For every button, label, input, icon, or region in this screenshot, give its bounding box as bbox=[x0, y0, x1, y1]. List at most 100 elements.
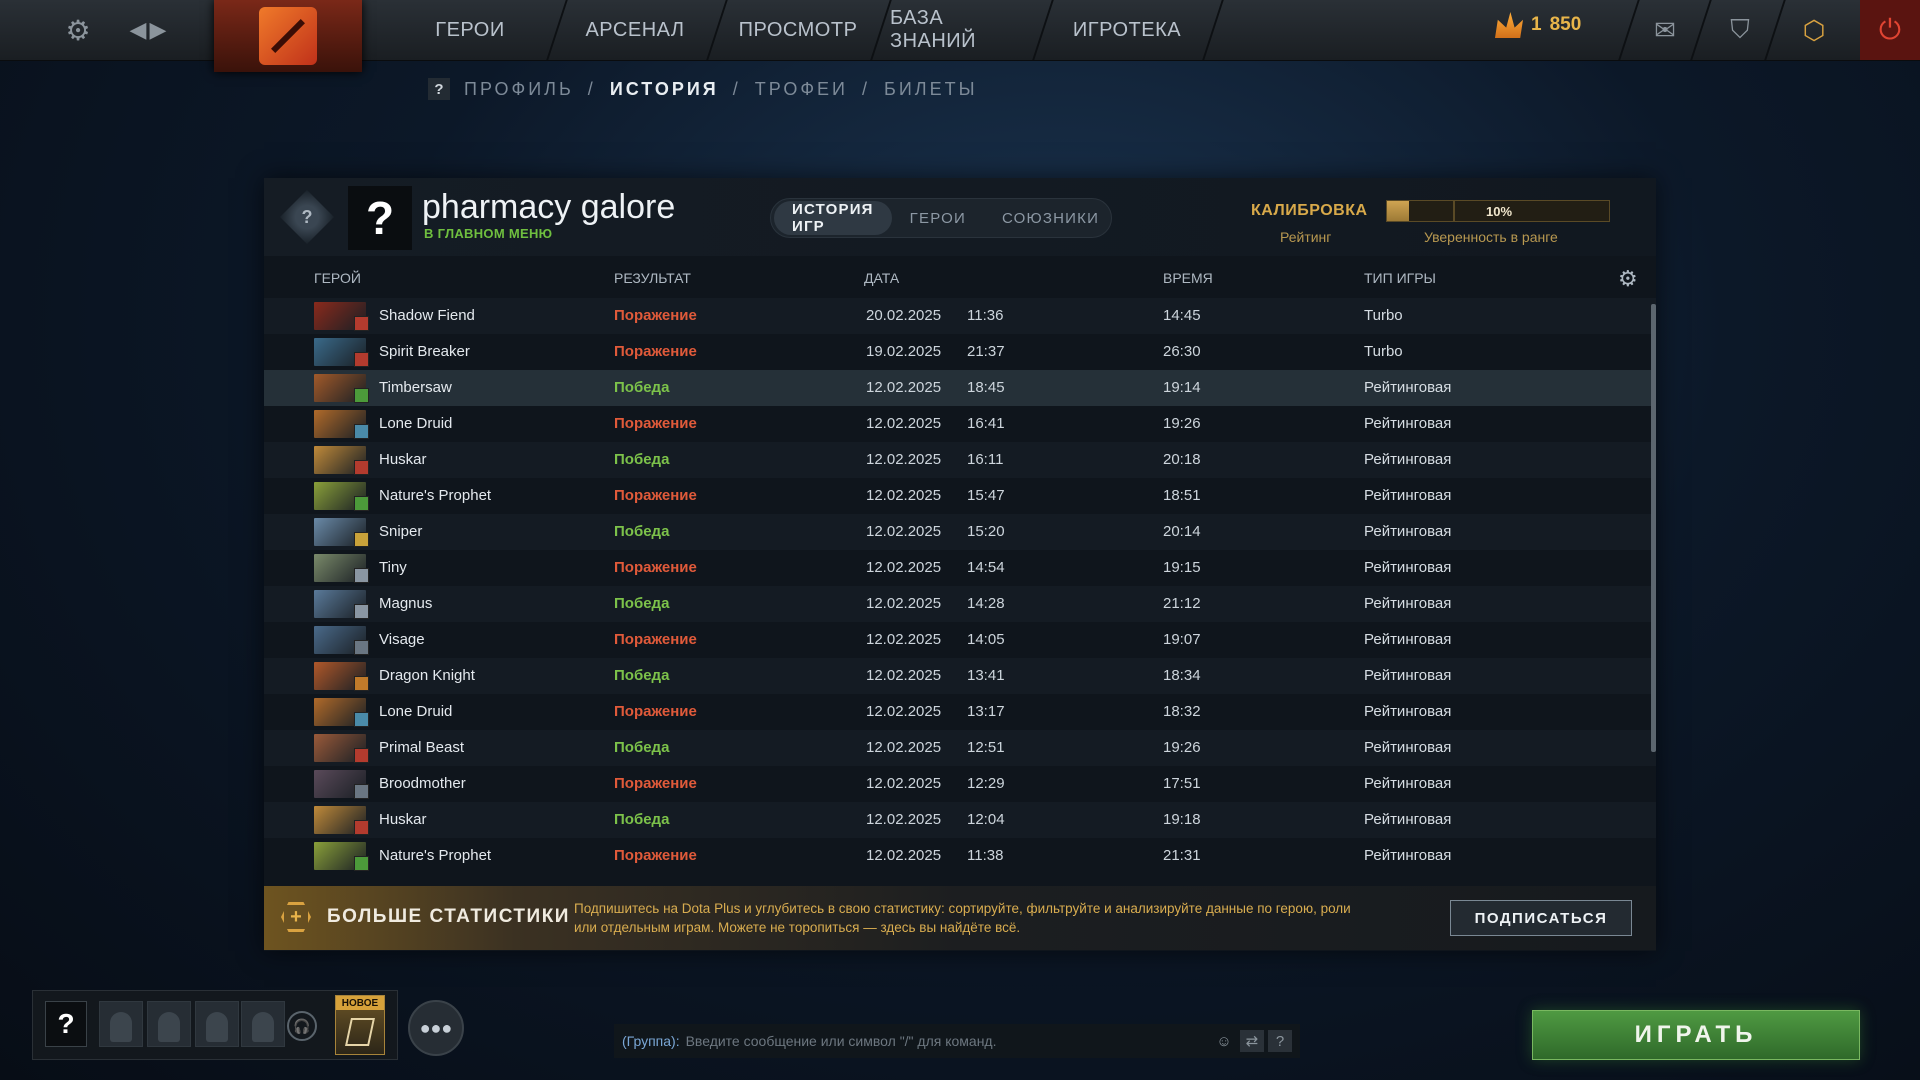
game-type: Turbo bbox=[1364, 307, 1403, 324]
table-row[interactable]: Lone Druid Поражение 12.02.2025 13:17 18:32 Р… bbox=[264, 694, 1656, 730]
mail-icon[interactable]: ✉ bbox=[1645, 10, 1685, 50]
rank-medal-icon[interactable]: ? bbox=[280, 190, 334, 244]
help-button[interactable]: ? bbox=[428, 78, 450, 100]
shards-currency[interactable]: 1 850 bbox=[1495, 12, 1581, 38]
role-icon bbox=[354, 712, 369, 727]
table-row[interactable]: Nature's Prophet Поражение 12.02.2025 11:38… bbox=[264, 838, 1656, 874]
match-result: Победа bbox=[614, 595, 670, 612]
table-row[interactable]: Huskar Победа 12.02.2025 16:11 20:18 Рейтинго… bbox=[264, 442, 1656, 478]
party-slot[interactable] bbox=[195, 1001, 239, 1047]
dota-plus-icon: + bbox=[281, 902, 311, 932]
player-avatar-slot[interactable]: ? bbox=[45, 1001, 87, 1047]
nav-knowledge-base[interactable]: БАЗА ЗНАНИЙ bbox=[890, 0, 1034, 60]
crown-icon bbox=[1495, 12, 1523, 38]
match-time: 13:41 bbox=[967, 667, 1005, 684]
table-row[interactable]: Visage Поражение 12.02.2025 14:05 19:07 Рейти… bbox=[264, 622, 1656, 658]
armory-shield-icon[interactable]: ⛉ bbox=[1720, 10, 1760, 50]
player-status: В ГЛАВНОМ МЕНЮ bbox=[424, 226, 553, 241]
role-icon bbox=[354, 820, 369, 835]
chat-bar: (Группа): ☺ ⇄ ? bbox=[614, 1024, 1300, 1058]
hero-name: Lone Druid bbox=[379, 415, 453, 432]
settings-gear-icon[interactable]: ⚙ bbox=[58, 10, 98, 50]
dota-logo-button[interactable] bbox=[214, 0, 362, 72]
table-row[interactable]: Tiny Поражение 12.02.2025 14:54 19:15 Рейтинг… bbox=[264, 550, 1656, 586]
match-result: Поражение bbox=[614, 307, 697, 324]
col-result[interactable]: РЕЗУЛЬТАТ bbox=[614, 270, 691, 286]
table-row[interactable]: Dragon Knight Победа 12.02.2025 13:41 18:34 Р… bbox=[264, 658, 1656, 694]
voice-chat-icon[interactable]: 🎧 bbox=[287, 1011, 317, 1041]
chat-help-button[interactable]: ? bbox=[1268, 1030, 1292, 1052]
avatar[interactable]: ? bbox=[348, 186, 412, 250]
col-time[interactable]: ВРЕМЯ bbox=[1163, 270, 1213, 286]
hero-name: Sniper bbox=[379, 523, 423, 540]
tab-heroes[interactable]: ГЕРОИ bbox=[892, 201, 984, 235]
nav-watch[interactable]: ПРОСМОТР bbox=[730, 0, 866, 60]
chat-wheel-icon[interactable]: ⇄ bbox=[1240, 1030, 1264, 1052]
table-row[interactable]: Huskar Победа 12.02.2025 12:04 19:18 Рейтинго… bbox=[264, 802, 1656, 838]
game-type: Рейтинговая bbox=[1364, 631, 1452, 648]
role-icon bbox=[354, 676, 369, 691]
table-row[interactable]: Nature's Prophet Поражение 12.02.2025 15:47… bbox=[264, 478, 1656, 514]
match-duration: 19:26 bbox=[1163, 739, 1201, 756]
role-icon bbox=[354, 604, 369, 619]
tab-allies[interactable]: СОЮЗНИКИ bbox=[984, 201, 1117, 235]
crumb-history[interactable]: ИСТОРИЯ bbox=[610, 79, 719, 100]
tab-match-history[interactable]: ИСТОРИЯ ИГР bbox=[774, 201, 892, 235]
table-row[interactable]: Timbersaw Победа 12.02.2025 18:45 19:14 Рейти… bbox=[264, 370, 1656, 406]
crumb-profile[interactable]: ПРОФИЛЬ bbox=[464, 79, 574, 100]
match-date: 12.02.2025 bbox=[866, 703, 942, 720]
match-date: 19.02.2025 bbox=[866, 343, 942, 360]
match-time: 15:20 bbox=[967, 523, 1005, 540]
columns-settings-gear-icon[interactable]: ⚙ bbox=[1618, 266, 1638, 292]
table-header: ГЕРОЙ РЕЗУЛЬТАТ ДАТА ВРЕМЯ ТИП ИГРЫ ⚙ bbox=[264, 266, 1656, 292]
col-date[interactable]: ДАТА bbox=[864, 270, 899, 286]
crumb-trophies[interactable]: ТРОФЕИ bbox=[755, 79, 848, 100]
emoji-icon[interactable]: ☺ bbox=[1212, 1030, 1236, 1052]
match-result: Поражение bbox=[614, 343, 697, 360]
match-result: Победа bbox=[614, 379, 670, 396]
match-time: 12:29 bbox=[967, 775, 1005, 792]
col-hero[interactable]: ГЕРОЙ bbox=[314, 270, 361, 286]
match-result: Поражение bbox=[614, 775, 697, 792]
power-icon[interactable]: ⏻ bbox=[1860, 0, 1920, 60]
table-row[interactable]: Shadow Fiend Поражение 20.02.2025 11:36 14:4… bbox=[264, 298, 1656, 334]
party-panel: ? 🎧 НОВОЕ bbox=[32, 990, 398, 1060]
table-row[interactable]: Primal Beast Победа 12.02.2025 12:51 19:26 Ре… bbox=[264, 730, 1656, 766]
play-button[interactable]: ИГРАТЬ bbox=[1532, 1010, 1860, 1060]
nav-arcade[interactable]: ИГРОТЕКА bbox=[1055, 0, 1199, 60]
nav-heroes[interactable]: ГЕРОИ bbox=[410, 0, 530, 60]
party-slot[interactable] bbox=[99, 1001, 143, 1047]
hero-name: Visage bbox=[379, 631, 425, 648]
col-game-type[interactable]: ТИП ИГРЫ bbox=[1364, 270, 1436, 286]
match-time: 12:04 bbox=[967, 811, 1005, 828]
match-time: 12:51 bbox=[967, 739, 1005, 756]
match-duration: 18:51 bbox=[1163, 487, 1201, 504]
match-duration: 14:45 bbox=[1163, 307, 1201, 324]
table-row[interactable]: Spirit Breaker Поражение 19.02.2025 21:37 26… bbox=[264, 334, 1656, 370]
party-slot[interactable] bbox=[147, 1001, 191, 1047]
new-item-button[interactable]: НОВОЕ bbox=[335, 995, 385, 1055]
party-slot[interactable] bbox=[241, 1001, 285, 1047]
chat-channel-label[interactable]: (Группа): bbox=[622, 1033, 680, 1049]
scrollbar[interactable] bbox=[1651, 304, 1656, 752]
hero-name: Broodmother bbox=[379, 775, 466, 792]
table-row[interactable]: Magnus Победа 12.02.2025 14:28 21:12 Рейтинго… bbox=[264, 586, 1656, 622]
subscribe-button[interactable]: ПОДПИСАТЬСЯ bbox=[1450, 900, 1632, 936]
nav-arsenal[interactable]: АРСЕНАЛ bbox=[570, 0, 700, 60]
dota-plus-icon[interactable]: ⬡ bbox=[1794, 10, 1834, 50]
match-duration: 18:32 bbox=[1163, 703, 1201, 720]
hero-name: Spirit Breaker bbox=[379, 343, 470, 360]
rating-label: Рейтинг bbox=[1280, 229, 1332, 245]
match-date: 12.02.2025 bbox=[866, 811, 942, 828]
person-silhouette-icon bbox=[206, 1012, 228, 1042]
table-row[interactable]: Lone Druid Поражение 12.02.2025 16:41 19:26 Р… bbox=[264, 406, 1656, 442]
forward-arrow-icon[interactable]: ▶ bbox=[138, 10, 178, 50]
chat-input[interactable] bbox=[685, 1033, 1206, 1049]
confidence-label: Уверенность в ранге bbox=[1424, 229, 1558, 245]
table-row[interactable]: Sniper Победа 12.02.2025 15:20 20:14 Рейтинго… bbox=[264, 514, 1656, 550]
find-group-icon[interactable]: ●●● bbox=[408, 1000, 464, 1056]
match-time: 14:54 bbox=[967, 559, 1005, 576]
table-row[interactable]: Broodmother Поражение 12.02.2025 12:29 17:51… bbox=[264, 766, 1656, 802]
crumb-tickets[interactable]: БИЛЕТЫ bbox=[884, 79, 978, 100]
nav-divider bbox=[870, 0, 892, 60]
